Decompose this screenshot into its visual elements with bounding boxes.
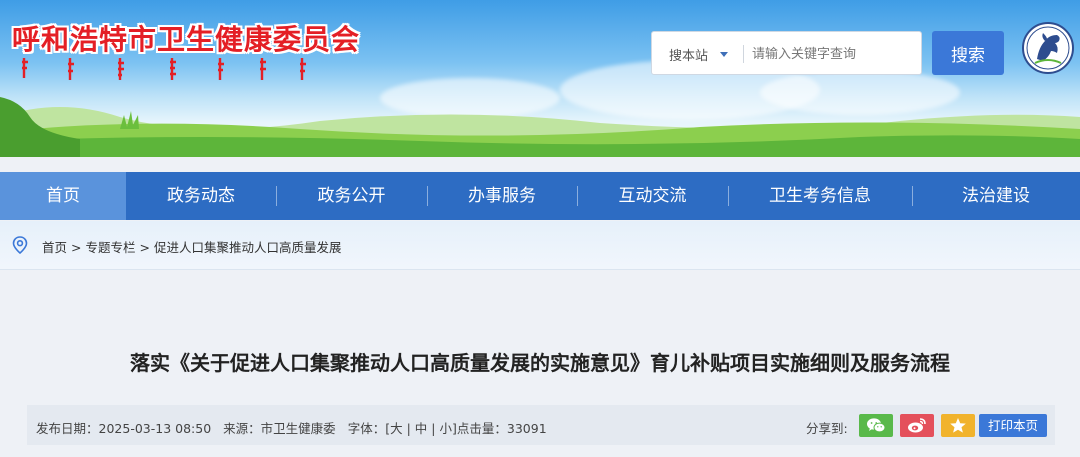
font-size-medium-button[interactable]: 中 [415,421,428,436]
article-meta-bar: 发布日期：2025-03-13 08:50 来源：市卫生健康委 字体：[大 | 中 … [27,405,1055,445]
chevron-down-icon[interactable] [720,52,728,57]
nav-divider [276,186,277,206]
article-meta: 发布日期：2025-03-13 08:50 来源：市卫生健康委 字体：[大 | 中 … [36,421,547,436]
views-label: 点击量： [456,421,507,436]
font-size-small-button[interactable]: 小 [439,421,452,436]
site-header: 呼和浩特市卫生健康委员会 搜本站 搜索 [0,0,1080,157]
nav-item-gov-news[interactable]: 政务动态 [126,172,276,220]
share-qzone-button[interactable] [941,414,975,437]
location-pin-icon [12,236,28,254]
share-wechat-button[interactable] [859,414,893,437]
horse-emblem-icon[interactable] [1021,21,1075,75]
share-weibo-button[interactable] [900,414,934,437]
nav-item-services[interactable]: 办事服务 [427,172,577,220]
breadcrumb-item-home[interactable]: 首页 [42,240,67,255]
nav-item-rule-of-law[interactable]: 法治建设 [912,172,1080,220]
qzone-star-icon [950,418,966,433]
breadcrumb-item-current[interactable]: 促进人口集聚推动人口高质量发展 [154,240,342,255]
nav-item-health-exams[interactable]: 卫生考务信息 [728,172,912,220]
publish-date-label: 发布日期： [36,421,99,436]
source-value: 市卫生健康委 [260,421,336,436]
site-title[interactable]: 呼和浩特市卫生健康委员会 [12,18,360,58]
search-button[interactable]: 搜索 [932,31,1004,75]
breadcrumb-item-special-topics[interactable]: 专题专栏 [86,240,136,255]
nav-divider [912,186,913,206]
search-scope-select[interactable]: 搜本站 [669,45,708,64]
breadcrumb-separator: > [71,240,82,255]
nav-divider [577,186,578,206]
search-input[interactable] [752,40,912,66]
search-divider [743,45,744,63]
weibo-icon [908,418,926,433]
main-nav: 首页 政务动态 政务公开 办事服务 互动交流 卫生考务信息 法治建设 [0,172,1080,220]
nav-item-interaction[interactable]: 互动交流 [577,172,728,220]
nav-divider [728,186,729,206]
font-size-large-button[interactable]: 大 [390,421,403,436]
views-count: 33091 [506,421,547,436]
breadcrumb-separator: > [139,240,150,255]
breadcrumb-trail: 首页 > 专题专栏 > 促进人口集聚推动人口高质量发展 [42,237,342,256]
wechat-icon [867,418,886,433]
font-size-label: 字体： [347,421,386,436]
source-label: 来源： [223,421,261,436]
mongolian-script-title [22,58,306,80]
grassland-hills-illustration [0,97,1080,157]
publish-date: 2025-03-13 08:50 [98,421,212,436]
nav-item-gov-public[interactable]: 政务公开 [276,172,427,220]
nav-item-home[interactable]: 首页 [0,172,126,220]
search-box: 搜本站 [651,31,922,75]
nav-divider [427,186,428,206]
article-title: 落实《关于促进人口集聚推动人口高质量发展的实施意见》育儿补贴项目实施细则及服务流… [130,351,950,375]
breadcrumb: 首页 > 专题专栏 > 促进人口集聚推动人口高质量发展 [0,221,1080,270]
print-page-button[interactable]: 打印本页 [979,414,1047,437]
share-label: 分享到: [806,421,848,436]
